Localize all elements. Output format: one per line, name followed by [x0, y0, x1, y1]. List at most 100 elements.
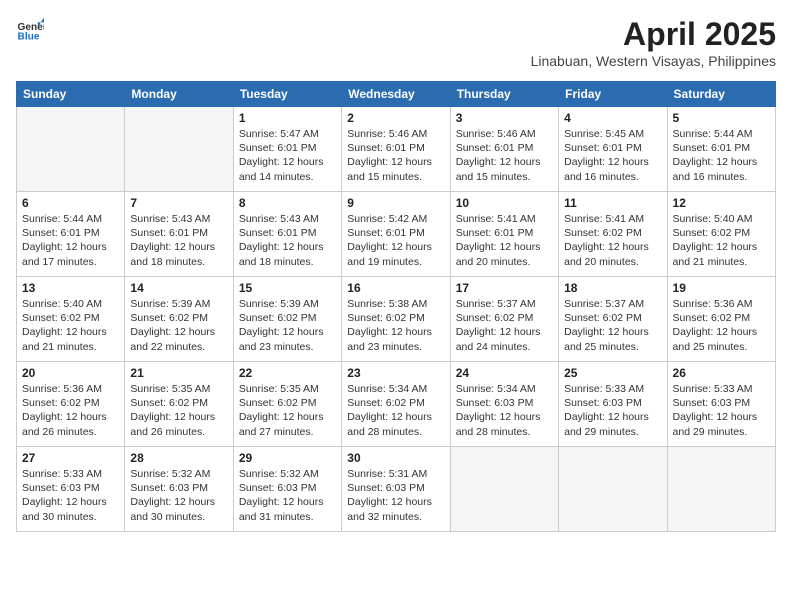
calendar-cell: 7 Sunrise: 5:43 AM Sunset: 6:01 PM Daylig… — [125, 192, 233, 277]
day-number: 8 — [239, 196, 336, 210]
day-number: 3 — [456, 111, 553, 125]
calendar-cell — [667, 447, 775, 532]
calendar-cell: 16 Sunrise: 5:38 AM Sunset: 6:02 PM Dayli… — [342, 277, 450, 362]
day-number: 26 — [673, 366, 770, 380]
svg-text:Blue: Blue — [18, 31, 40, 42]
day-info: Sunrise: 5:44 AM Sunset: 6:01 PM Dayligh… — [22, 212, 119, 269]
calendar-cell: 4Sunrise: 5:45 AM Sunset: 6:01 PM Daylig… — [559, 107, 667, 192]
day-info: Sunrise: 5:37 AM Sunset: 6:02 PM Dayligh… — [564, 297, 661, 354]
calendar-cell: 8 Sunrise: 5:43 AM Sunset: 6:01 PM Daylig… — [233, 192, 341, 277]
day-info: Sunrise: 5:40 AM Sunset: 6:02 PM Dayligh… — [22, 297, 119, 354]
day-number: 24 — [456, 366, 553, 380]
day-info: Sunrise: 5:33 AM Sunset: 6:03 PM Dayligh… — [22, 467, 119, 524]
weekday-header-monday: Monday — [125, 82, 233, 107]
day-info: Sunrise: 5:36 AM Sunset: 6:02 PM Dayligh… — [673, 297, 770, 354]
day-info: Sunrise: 5:43 AM Sunset: 6:01 PM Dayligh… — [130, 212, 227, 269]
weekday-header-row: SundayMondayTuesdayWednesdayThursdayFrid… — [17, 82, 776, 107]
weekday-header-thursday: Thursday — [450, 82, 558, 107]
calendar-cell: 23Sunrise: 5:34 AM Sunset: 6:02 PM Dayli… — [342, 362, 450, 447]
day-info: Sunrise: 5:46 AM Sunset: 6:01 PM Dayligh… — [456, 127, 553, 184]
calendar-cell — [450, 447, 558, 532]
day-info: Sunrise: 5:42 AM Sunset: 6:01 PM Dayligh… — [347, 212, 444, 269]
week-row-2: 6 Sunrise: 5:44 AM Sunset: 6:01 PM Daylig… — [17, 192, 776, 277]
weekday-header-friday: Friday — [559, 82, 667, 107]
day-info: Sunrise: 5:36 AM Sunset: 6:02 PM Dayligh… — [22, 382, 119, 439]
calendar-cell: 10Sunrise: 5:41 AM Sunset: 6:01 PM Dayli… — [450, 192, 558, 277]
day-number: 7 — [130, 196, 227, 210]
day-info: Sunrise: 5:32 AM Sunset: 6:03 PM Dayligh… — [130, 467, 227, 524]
location-subtitle: Linabuan, Western Visayas, Philippines — [531, 53, 776, 69]
day-number: 14 — [130, 281, 227, 295]
week-row-5: 27 Sunrise: 5:33 AM Sunset: 6:03 PM Dayli… — [17, 447, 776, 532]
calendar-cell: 21 Sunrise: 5:35 AM Sunset: 6:02 PM Dayli… — [125, 362, 233, 447]
day-info: Sunrise: 5:32 AM Sunset: 6:03 PM Dayligh… — [239, 467, 336, 524]
day-number: 22 — [239, 366, 336, 380]
day-number: 11 — [564, 196, 661, 210]
day-number: 13 — [22, 281, 119, 295]
day-number: 30 — [347, 451, 444, 465]
day-number: 10 — [456, 196, 553, 210]
week-row-4: 20Sunrise: 5:36 AM Sunset: 6:02 PM Dayli… — [17, 362, 776, 447]
month-year-title: April 2025 — [531, 16, 776, 53]
day-number: 6 — [22, 196, 119, 210]
day-info: Sunrise: 5:46 AM Sunset: 6:01 PM Dayligh… — [347, 127, 444, 184]
day-info: Sunrise: 5:34 AM Sunset: 6:02 PM Dayligh… — [347, 382, 444, 439]
day-info: Sunrise: 5:35 AM Sunset: 6:02 PM Dayligh… — [239, 382, 336, 439]
day-number: 2 — [347, 111, 444, 125]
day-info: Sunrise: 5:44 AM Sunset: 6:01 PM Dayligh… — [673, 127, 770, 184]
calendar-cell: 6 Sunrise: 5:44 AM Sunset: 6:01 PM Daylig… — [17, 192, 125, 277]
calendar-cell: 30 Sunrise: 5:31 AM Sunset: 6:03 PM Dayli… — [342, 447, 450, 532]
day-number: 9 — [347, 196, 444, 210]
day-number: 17 — [456, 281, 553, 295]
calendar-table: SundayMondayTuesdayWednesdayThursdayFrid… — [16, 81, 776, 532]
calendar-cell: 19 Sunrise: 5:36 AM Sunset: 6:02 PM Dayli… — [667, 277, 775, 362]
day-number: 21 — [130, 366, 227, 380]
day-info: Sunrise: 5:43 AM Sunset: 6:01 PM Dayligh… — [239, 212, 336, 269]
day-info: Sunrise: 5:41 AM Sunset: 6:02 PM Dayligh… — [564, 212, 661, 269]
calendar-cell: 18Sunrise: 5:37 AM Sunset: 6:02 PM Dayli… — [559, 277, 667, 362]
calendar-cell: 9 Sunrise: 5:42 AM Sunset: 6:01 PM Daylig… — [342, 192, 450, 277]
calendar-cell: 28 Sunrise: 5:32 AM Sunset: 6:03 PM Dayli… — [125, 447, 233, 532]
day-info: Sunrise: 5:45 AM Sunset: 6:01 PM Dayligh… — [564, 127, 661, 184]
calendar-cell: 11 Sunrise: 5:41 AM Sunset: 6:02 PM Dayli… — [559, 192, 667, 277]
calendar-cell: 25Sunrise: 5:33 AM Sunset: 6:03 PM Dayli… — [559, 362, 667, 447]
day-info: Sunrise: 5:39 AM Sunset: 6:02 PM Dayligh… — [130, 297, 227, 354]
day-info: Sunrise: 5:40 AM Sunset: 6:02 PM Dayligh… — [673, 212, 770, 269]
calendar-cell: 2 Sunrise: 5:46 AM Sunset: 6:01 PM Daylig… — [342, 107, 450, 192]
day-number: 16 — [347, 281, 444, 295]
calendar-cell: 14 Sunrise: 5:39 AM Sunset: 6:02 PM Dayli… — [125, 277, 233, 362]
calendar-cell: 1Sunrise: 5:47 AM Sunset: 6:01 PM Daylig… — [233, 107, 341, 192]
week-row-3: 13 Sunrise: 5:40 AM Sunset: 6:02 PM Dayli… — [17, 277, 776, 362]
calendar-cell — [17, 107, 125, 192]
calendar-cell: 12Sunrise: 5:40 AM Sunset: 6:02 PM Dayli… — [667, 192, 775, 277]
day-info: Sunrise: 5:33 AM Sunset: 6:03 PM Dayligh… — [673, 382, 770, 439]
weekday-header-sunday: Sunday — [17, 82, 125, 107]
day-number: 27 — [22, 451, 119, 465]
day-info: Sunrise: 5:33 AM Sunset: 6:03 PM Dayligh… — [564, 382, 661, 439]
week-row-1: 1Sunrise: 5:47 AM Sunset: 6:01 PM Daylig… — [17, 107, 776, 192]
logo-icon: General Blue — [16, 16, 44, 44]
title-block: April 2025 Linabuan, Western Visayas, Ph… — [531, 16, 776, 69]
day-info: Sunrise: 5:31 AM Sunset: 6:03 PM Dayligh… — [347, 467, 444, 524]
calendar-cell: 13 Sunrise: 5:40 AM Sunset: 6:02 PM Dayli… — [17, 277, 125, 362]
day-info: Sunrise: 5:39 AM Sunset: 6:02 PM Dayligh… — [239, 297, 336, 354]
logo: General Blue — [16, 16, 44, 44]
calendar-cell: 5 Sunrise: 5:44 AM Sunset: 6:01 PM Daylig… — [667, 107, 775, 192]
weekday-header-tuesday: Tuesday — [233, 82, 341, 107]
calendar-cell: 24 Sunrise: 5:34 AM Sunset: 6:03 PM Dayli… — [450, 362, 558, 447]
day-number: 28 — [130, 451, 227, 465]
page-header: General Blue April 2025 Linabuan, Wester… — [16, 16, 776, 69]
day-info: Sunrise: 5:35 AM Sunset: 6:02 PM Dayligh… — [130, 382, 227, 439]
calendar-cell: 15Sunrise: 5:39 AM Sunset: 6:02 PM Dayli… — [233, 277, 341, 362]
calendar-cell: 29Sunrise: 5:32 AM Sunset: 6:03 PM Dayli… — [233, 447, 341, 532]
calendar-cell: 17 Sunrise: 5:37 AM Sunset: 6:02 PM Dayli… — [450, 277, 558, 362]
day-info: Sunrise: 5:34 AM Sunset: 6:03 PM Dayligh… — [456, 382, 553, 439]
calendar-cell — [125, 107, 233, 192]
day-info: Sunrise: 5:37 AM Sunset: 6:02 PM Dayligh… — [456, 297, 553, 354]
weekday-header-wednesday: Wednesday — [342, 82, 450, 107]
day-number: 19 — [673, 281, 770, 295]
calendar-cell: 27 Sunrise: 5:33 AM Sunset: 6:03 PM Dayli… — [17, 447, 125, 532]
day-number: 5 — [673, 111, 770, 125]
day-info: Sunrise: 5:38 AM Sunset: 6:02 PM Dayligh… — [347, 297, 444, 354]
calendar-cell — [559, 447, 667, 532]
